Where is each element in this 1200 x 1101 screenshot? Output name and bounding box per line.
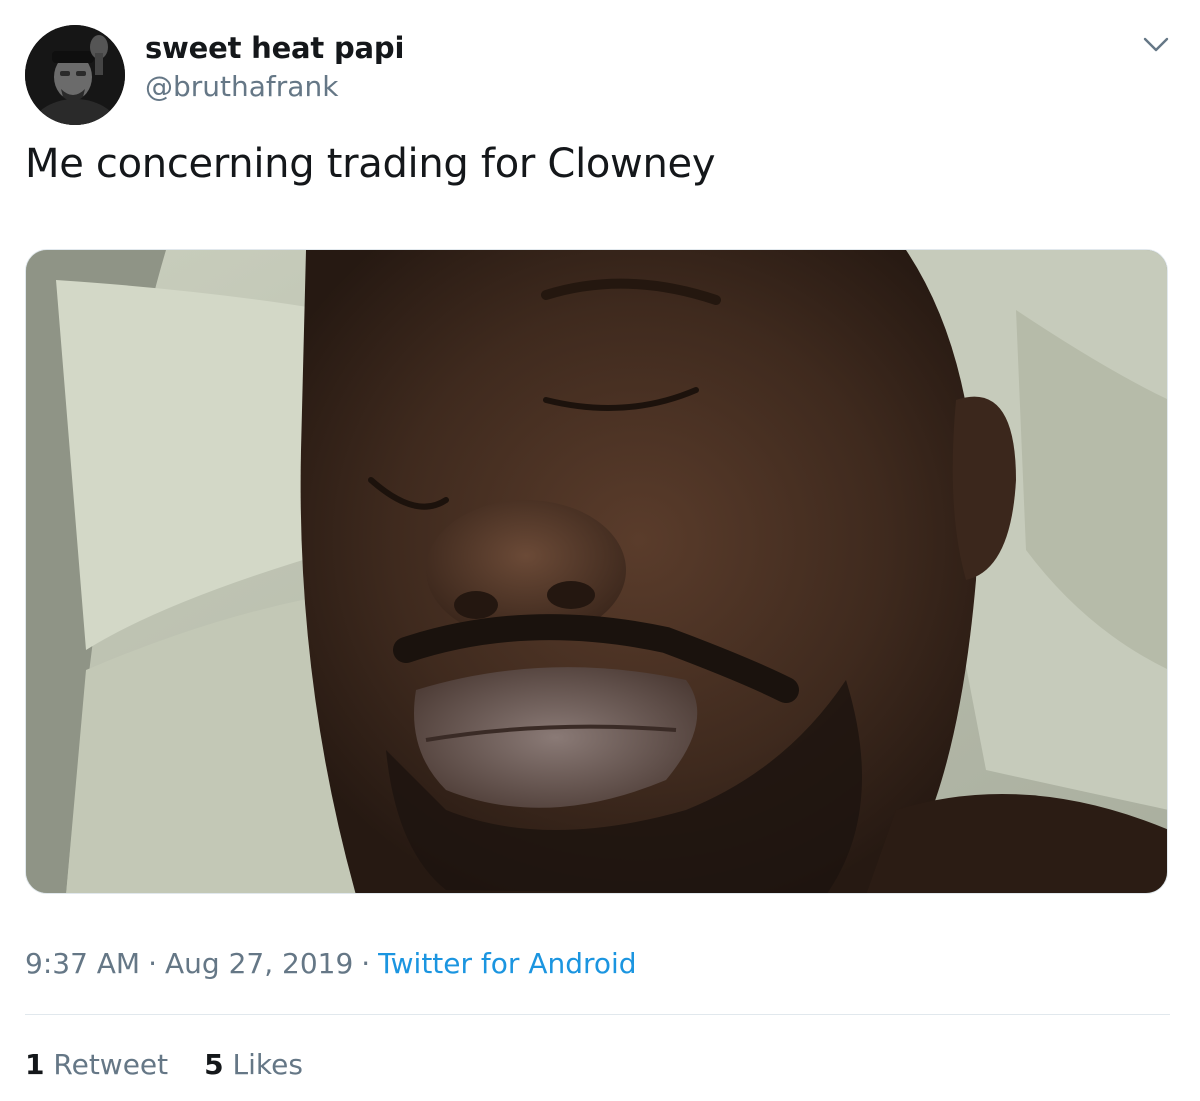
sleeping-man-photo-icon (26, 250, 1167, 893)
tweet-source-link[interactable]: Twitter for Android (378, 947, 636, 980)
retweets-label: Retweet (53, 1048, 169, 1081)
tweet-card: sweet heat papi @bruthafrank Me concerni… (0, 0, 1200, 1101)
tweet-meta: 9:37 AM · Aug 27, 2019 · Twitter for Android (25, 947, 637, 980)
tweet-media-photo[interactable] (25, 249, 1168, 894)
likes-stat[interactable]: 5 Likes (204, 1048, 303, 1081)
chevron-down-icon (1143, 37, 1169, 52)
tweet-date[interactable]: Aug 27, 2019 (165, 947, 353, 980)
tweet-stats: 1 Retweet 5 Likes (25, 1048, 303, 1081)
likes-count: 5 (204, 1048, 224, 1081)
meta-separator: · (148, 947, 157, 980)
retweets-count: 1 (25, 1048, 45, 1081)
user-handle[interactable]: @bruthafrank (145, 70, 338, 103)
avatar-photo-icon (25, 25, 125, 125)
tweet-text: Me concerning trading for Clowney (25, 141, 716, 187)
likes-label: Likes (232, 1048, 303, 1081)
avatar[interactable] (25, 25, 125, 125)
tweet-time[interactable]: 9:37 AM (25, 947, 140, 980)
retweets-stat[interactable]: 1 Retweet (25, 1048, 168, 1081)
more-options-button[interactable] (1138, 30, 1174, 60)
divider (25, 1014, 1170, 1015)
meta-separator: · (361, 947, 371, 980)
display-name[interactable]: sweet heat papi (145, 31, 404, 65)
